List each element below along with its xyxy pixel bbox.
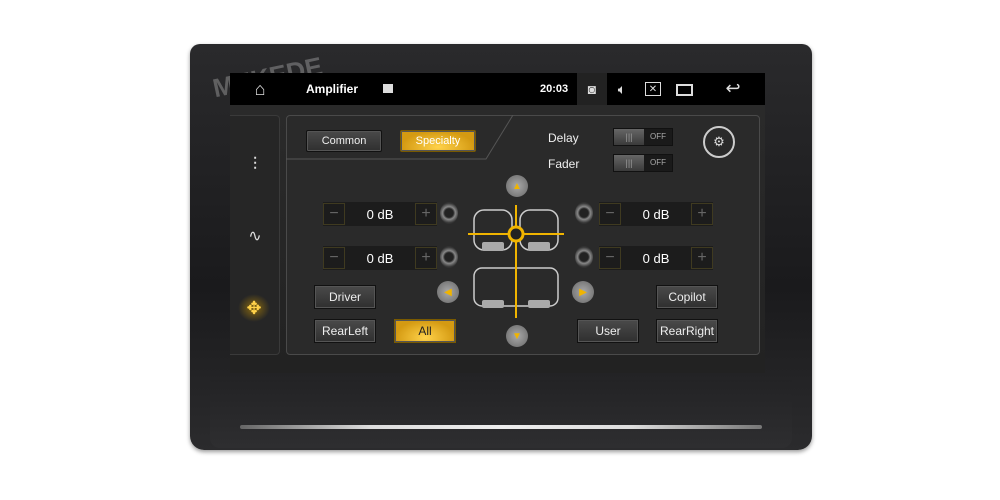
copilot-button[interactable]: Copilot [656, 285, 718, 309]
down-arrow-button[interactable]: ▼ [506, 325, 528, 347]
increase-button[interactable]: + [691, 247, 713, 269]
increase-button[interactable]: + [691, 203, 713, 225]
camera-icon[interactable]: ◙ [577, 73, 607, 105]
rear-right-button[interactable]: RearRight [656, 319, 718, 343]
fader-label: Fader [548, 157, 580, 171]
rear-right-level: −0 dB + [599, 246, 713, 270]
delay-toggle[interactable]: ||| OFF [613, 128, 673, 146]
light-strip [240, 425, 762, 429]
driver-button[interactable]: Driver [314, 285, 376, 309]
lower-bezel [210, 380, 792, 448]
close-app-icon[interactable]: ✕ [645, 82, 661, 96]
back-icon[interactable]: ↩ [720, 77, 746, 99]
rear-left-button[interactable]: RearLeft [314, 319, 376, 343]
all-button[interactable]: All [394, 319, 456, 343]
waveform-icon[interactable]: ∿ [240, 224, 270, 248]
equalizer-sliders-icon[interactable]: ⫶ [243, 152, 267, 176]
recent-apps-icon[interactable] [676, 84, 693, 96]
car-seats-diagram[interactable] [468, 200, 564, 320]
decrease-button[interactable]: − [323, 203, 345, 225]
decrease-button[interactable]: − [599, 203, 621, 225]
app-title: Amplifier [306, 82, 359, 96]
decrease-button[interactable]: − [323, 247, 345, 269]
user-button[interactable]: User [577, 319, 639, 343]
balance-fader-icon[interactable]: ✥ [238, 294, 270, 322]
image-icon[interactable] [383, 84, 393, 93]
front-right-level: −0 dB + [599, 202, 713, 226]
decrease-button[interactable]: − [599, 247, 621, 269]
right-arrow-button[interactable]: ▶ [572, 281, 594, 303]
increase-button[interactable]: + [415, 247, 437, 269]
increase-button[interactable]: + [415, 203, 437, 225]
speaker-icon [440, 202, 458, 224]
clock: 20:03 [540, 83, 569, 95]
tab-common[interactable]: Common [306, 130, 382, 152]
speaker-icon [575, 246, 593, 268]
tab-specialty[interactable]: Specialty [400, 130, 476, 152]
speaker-icon [440, 246, 458, 268]
balance-point-handle [507, 225, 525, 243]
rear-left-level: −0 dB + [323, 246, 437, 270]
speaker-icon [575, 202, 593, 224]
front-left-level: −0 dB + [323, 202, 437, 226]
up-arrow-button[interactable]: ▲ [506, 175, 528, 197]
home-icon[interactable]: ⌂ [248, 78, 272, 100]
volume-icon[interactable]: 🔈︎ [612, 79, 632, 99]
left-arrow-button[interactable]: ◀ [437, 281, 459, 303]
car-settings-icon[interactable]: ⚙ [703, 126, 735, 158]
delay-label: Delay [548, 131, 579, 145]
fader-toggle[interactable]: ||| OFF [613, 154, 673, 172]
